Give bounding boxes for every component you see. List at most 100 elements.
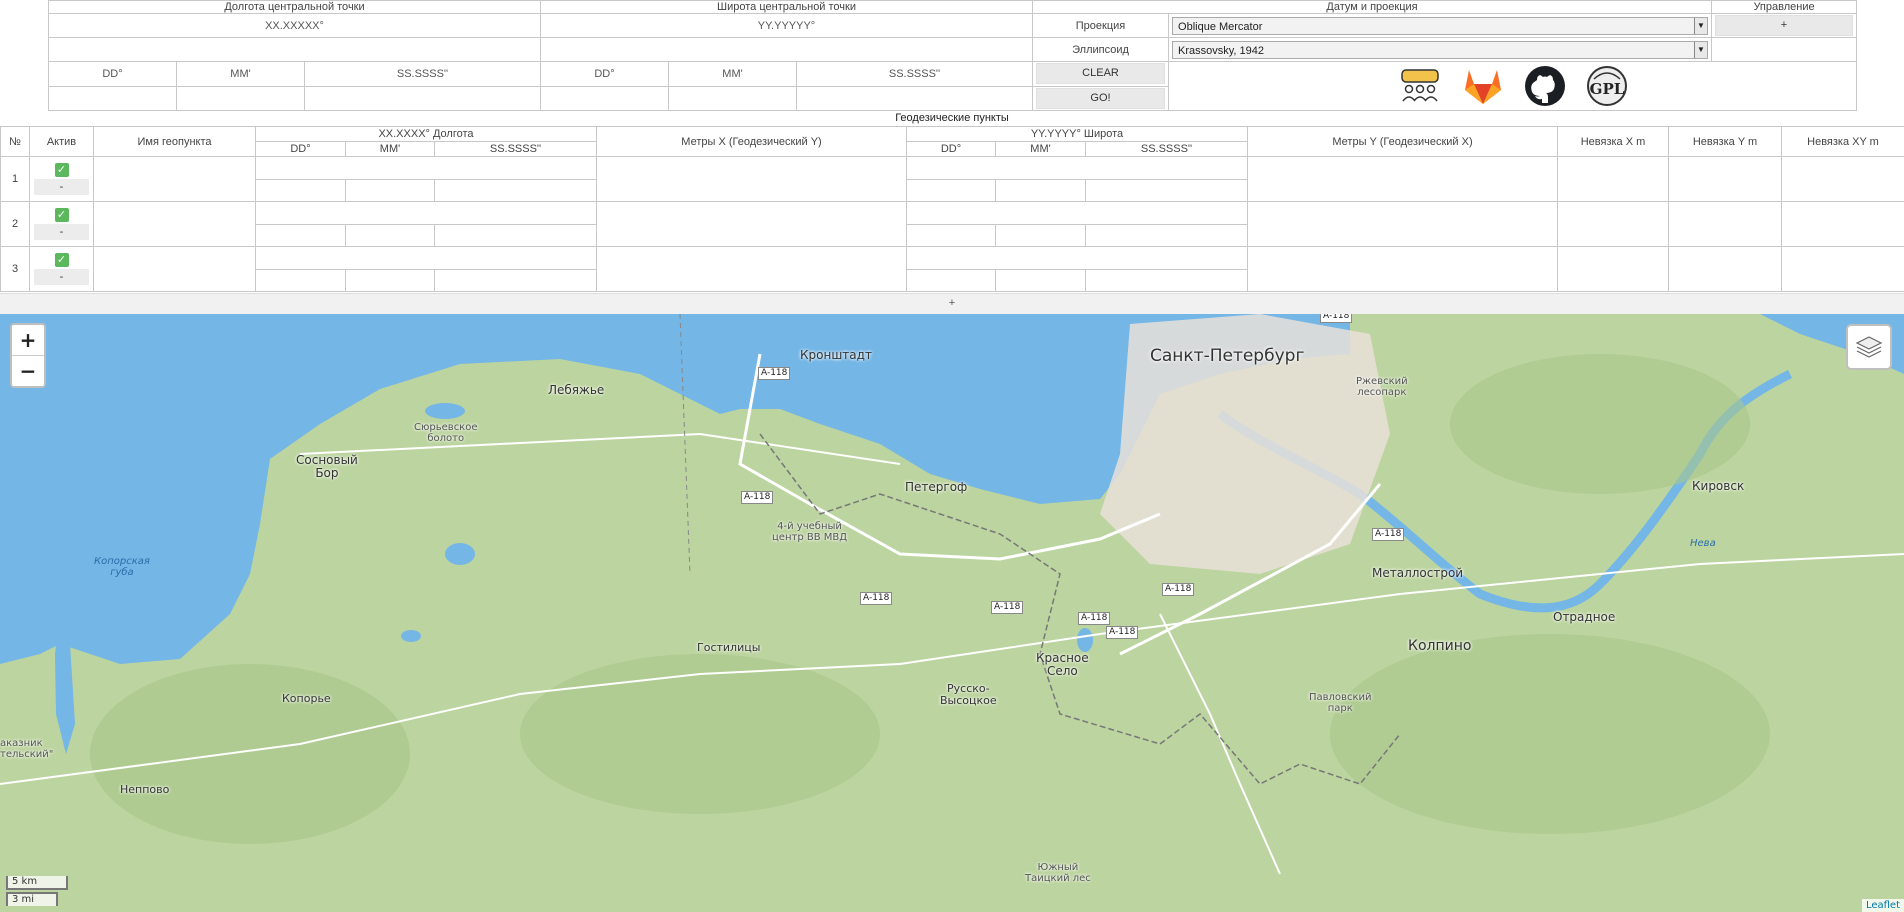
road-shield: A-118 [1320,314,1353,323]
lon-decimal-output[interactable] [48,37,541,62]
meters-y-field[interactable] [1247,246,1558,292]
lon-mm-output[interactable] [176,85,305,111]
lat-dd-field[interactable]: DD° [540,61,669,87]
projection-select[interactable]: Oblique Mercator ▼ [1172,16,1709,35]
lat-mm-field[interactable]: MM' [668,61,797,87]
lat-dd-field[interactable] [906,268,996,292]
zoom-in-button[interactable]: + [12,325,44,356]
meters-y-field[interactable] [1247,156,1558,202]
delete-row-button[interactable]: - [34,179,89,195]
map[interactable]: + − Санкт-Петербург Кронштадт Лебяжье Со… [0,314,1904,912]
point-name-field[interactable] [93,156,256,202]
lon-decimal-field[interactable] [255,246,597,270]
github-icon[interactable] [1524,65,1566,107]
place-label-lebyazhye: Лебяжье [548,383,605,397]
place-label-line: Село [1046,664,1078,678]
gpl-icon[interactable]: GPL [1586,65,1628,107]
lat-dd-field[interactable] [906,178,996,202]
place-label-taitsky-forest: Южный Таицкий лес [1025,862,1091,884]
lon-decimal-field[interactable] [255,201,597,225]
zoom-out-button[interactable]: − [12,356,44,386]
lat-ss-field[interactable] [1085,223,1248,247]
lon-mm-field[interactable] [345,223,435,247]
ellipsoid-select[interactable]: Krassovsky, 1942 ▼ [1172,40,1709,59]
lat-header: Широта центральной точки [539,0,1034,14]
col-num: № [0,126,30,157]
ellipsoid-value: Krassovsky, 1942 [1178,44,1265,57]
place-label-sosnovy-bor: Сосновый Бор [296,454,358,480]
lat-dd-output[interactable] [540,85,669,111]
projection-label: Проекция [1032,13,1170,38]
road-shield: A-118 [860,592,893,605]
lat-decimal-field[interactable] [906,156,1248,180]
lat-decimal-field[interactable]: YY.YYYYY° [539,13,1034,38]
lat-mm-field[interactable] [995,223,1086,247]
lon-ss-field[interactable]: SS.SSSS'' [304,61,541,87]
lon-dd-output[interactable] [48,85,177,111]
meters-x-field[interactable] [596,246,907,292]
lat-mm-field[interactable] [995,178,1086,202]
col-meters-x: Метры X (Геодезический Y) [596,126,907,157]
lat-dd-field[interactable] [906,223,996,247]
res-xy-value [1781,201,1904,247]
lat-mm-field[interactable] [995,268,1086,292]
clear-button[interactable]: CLEAR [1036,63,1166,85]
chevron-down-icon: ▼ [1694,17,1708,34]
lon-mm-field[interactable] [345,178,435,202]
active-checkbox[interactable]: ✓ [54,208,69,222]
layers-button[interactable] [1846,324,1892,370]
col-lat-ss: SS.SSSS'' [1085,141,1248,157]
lon-dd-field[interactable] [255,223,346,247]
meters-y-field[interactable] [1247,201,1558,247]
point-name-field[interactable] [93,246,256,292]
lat-decimal-output[interactable] [539,37,1034,62]
active-checkbox[interactable]: ✓ [54,253,69,267]
gitlab-icon[interactable] [1462,66,1504,106]
lat-decimal-field[interactable] [906,246,1248,270]
go-button[interactable]: GO! [1036,87,1166,109]
lat-ss-field[interactable]: SS.SSSS'' [795,61,1034,87]
scale-km: 5 km [6,876,68,890]
lat-ss-output[interactable] [795,85,1034,111]
meters-x-field[interactable] [596,156,907,202]
lon-decimal-field[interactable] [255,156,597,180]
active-checkbox[interactable]: ✓ [54,163,69,177]
col-meters-y: Метры Y (Геодезический X) [1247,126,1558,157]
lon-dd-field[interactable] [255,178,346,202]
col-res-y: Невязка Y m [1668,126,1782,157]
lon-dd-field[interactable]: DD° [48,61,177,87]
res-x-value [1557,201,1669,247]
add-button[interactable]: + [1715,15,1854,36]
place-label-line: центр ВВ МВД [772,532,848,543]
point-name-field[interactable] [93,201,256,247]
place-label-metallostroy: Металлострой [1372,566,1464,580]
table-row: 3 ✓ - [0,246,1904,292]
community-icon[interactable] [1398,68,1442,104]
lat-mm-output[interactable] [668,85,797,111]
lon-decimal-field[interactable]: XX.XXXXX° [48,13,541,38]
lon-ss-field[interactable] [434,178,597,202]
lon-ss-field[interactable] [434,223,597,247]
add-row-button[interactable]: + [0,293,1904,314]
chevron-down-icon: ▼ [1694,41,1708,58]
delete-row-button[interactable]: - [34,269,89,285]
projection-cell: Oblique Mercator ▼ [1168,13,1713,38]
lon-dd-field[interactable] [255,268,346,292]
road-shield: A-118 [741,491,774,504]
delete-row-button[interactable]: - [34,224,89,240]
lon-mm-field[interactable]: MM' [176,61,305,87]
control-header: Управление [1711,0,1858,14]
place-label-kirovsk: Кировск [1692,479,1745,493]
lon-ss-field[interactable] [434,268,597,292]
res-x-value [1557,156,1669,202]
lon-mm-field[interactable] [345,268,435,292]
place-label-peterhof: Петергоф [905,480,968,494]
svg-text:GPL: GPL [1589,80,1624,98]
lat-ss-field[interactable] [1085,178,1248,202]
lat-ss-field[interactable] [1085,268,1248,292]
lon-ss-output[interactable] [304,85,541,111]
meters-x-field[interactable] [596,201,907,247]
place-label-line: Красное [1036,651,1089,665]
attribution-link[interactable]: Leaflet [1861,899,1904,912]
lat-decimal-field[interactable] [906,201,1248,225]
